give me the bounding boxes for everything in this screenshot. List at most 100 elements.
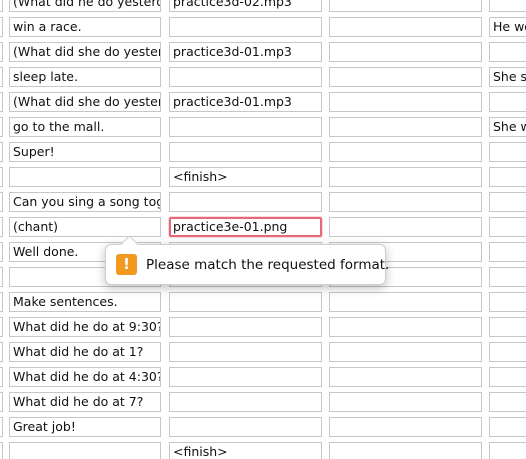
row-edge-cell[interactable] <box>0 317 3 337</box>
text-field[interactable]: Can you sing a song tog <box>9 192 161 212</box>
text-field[interactable]: win a race. <box>9 17 161 37</box>
file-field[interactable]: practice3d-01.mp3 <box>169 42 322 62</box>
answer-field[interactable] <box>489 42 526 62</box>
answer-field[interactable] <box>489 317 526 337</box>
row-edge-cell[interactable] <box>0 67 3 87</box>
extra-field[interactable] <box>329 442 482 459</box>
row-edge-cell[interactable] <box>0 242 3 262</box>
answer-field[interactable] <box>489 367 526 387</box>
answer-field[interactable] <box>489 167 526 187</box>
table-row: (What did he do yesterd practice3d-02.mp3 <box>0 0 526 15</box>
extra-field[interactable] <box>329 67 482 87</box>
answer-field[interactable]: He wo <box>489 17 526 37</box>
file-field[interactable] <box>169 367 322 387</box>
text-field[interactable] <box>9 442 161 459</box>
extra-field[interactable] <box>329 417 482 437</box>
row-edge-cell[interactable] <box>0 42 3 62</box>
answer-field[interactable] <box>489 217 526 237</box>
table-row: What did he do at 9:30? <box>0 315 526 340</box>
answer-field[interactable] <box>489 92 526 112</box>
table-row: win a race. He wo <box>0 15 526 40</box>
validation-message: Please match the requested format. <box>146 256 390 273</box>
extra-field[interactable] <box>329 317 482 337</box>
answer-field[interactable]: She s <box>489 67 526 87</box>
row-edge-cell[interactable] <box>0 442 3 459</box>
extra-field[interactable] <box>329 192 482 212</box>
extra-field[interactable] <box>329 42 482 62</box>
row-edge-cell[interactable] <box>0 217 3 237</box>
row-edge-cell[interactable] <box>0 392 3 412</box>
answer-field[interactable]: She w <box>489 117 526 137</box>
file-field[interactable] <box>169 192 322 212</box>
row-edge-cell[interactable] <box>0 417 3 437</box>
text-field[interactable]: sleep late. <box>9 67 161 87</box>
extra-field[interactable] <box>329 0 482 12</box>
answer-field[interactable] <box>489 442 526 459</box>
text-field[interactable]: What did he do at 1? <box>9 342 161 362</box>
row-edge-cell[interactable] <box>0 117 3 137</box>
text-field[interactable]: Super! <box>9 142 161 162</box>
row-edge-cell[interactable] <box>0 167 3 187</box>
text-field[interactable]: (chant) <box>9 217 161 237</box>
file-field[interactable]: <finish> <box>169 167 322 187</box>
extra-field[interactable] <box>329 367 482 387</box>
row-edge-cell[interactable] <box>0 17 3 37</box>
answer-field[interactable] <box>489 142 526 162</box>
extra-field[interactable] <box>329 342 482 362</box>
extra-field[interactable] <box>329 117 482 137</box>
table-row: go to the mall. She w <box>0 115 526 140</box>
row-edge-cell[interactable] <box>0 0 3 12</box>
answer-field[interactable] <box>489 192 526 212</box>
file-field[interactable] <box>169 417 322 437</box>
answer-field[interactable] <box>489 342 526 362</box>
extra-field[interactable] <box>329 92 482 112</box>
row-edge-cell[interactable] <box>0 292 3 312</box>
answer-field[interactable] <box>489 0 526 12</box>
file-field[interactable] <box>169 117 322 137</box>
invalid-file-field[interactable]: practice3e-01.png <box>169 217 322 237</box>
table-row: sleep late. She s <box>0 65 526 90</box>
answer-field[interactable] <box>489 392 526 412</box>
text-field[interactable]: Make sentences. <box>9 292 161 312</box>
answer-field[interactable] <box>489 267 526 287</box>
row-edge-cell[interactable] <box>0 142 3 162</box>
file-field[interactable]: practice3d-01.mp3 <box>169 92 322 112</box>
text-field[interactable]: (What did he do yesterd <box>9 0 161 12</box>
file-field[interactable] <box>169 67 322 87</box>
file-field[interactable] <box>169 142 322 162</box>
row-edge-cell[interactable] <box>0 267 3 287</box>
text-field[interactable]: What did he do at 4:30? <box>9 367 161 387</box>
extra-field[interactable] <box>329 142 482 162</box>
answer-field[interactable] <box>489 417 526 437</box>
row-edge-cell[interactable] <box>0 367 3 387</box>
answer-field[interactable] <box>489 292 526 312</box>
text-field[interactable]: What did he do at 9:30? <box>9 317 161 337</box>
extra-field[interactable] <box>329 292 482 312</box>
extra-field[interactable] <box>329 17 482 37</box>
row-edge-cell[interactable] <box>0 192 3 212</box>
text-field[interactable]: go to the mall. <box>9 117 161 137</box>
spreadsheet-grid: (What did he do yesterd practice3d-02.mp3… <box>0 0 526 459</box>
row-edge-cell[interactable] <box>0 92 3 112</box>
extra-field[interactable] <box>329 392 482 412</box>
table-row: (What did she do yester practice3d-01.mp3 <box>0 90 526 115</box>
text-field[interactable] <box>9 167 161 187</box>
file-field[interactable] <box>169 392 322 412</box>
text-field[interactable]: (What did she do yester <box>9 42 161 62</box>
text-field[interactable]: (What did she do yester <box>9 92 161 112</box>
file-field[interactable] <box>169 317 322 337</box>
file-field[interactable] <box>169 342 322 362</box>
row-edge-cell[interactable] <box>0 342 3 362</box>
file-field[interactable] <box>169 292 322 312</box>
extra-field[interactable] <box>329 167 482 187</box>
text-field[interactable]: Great job! <box>9 417 161 437</box>
file-field[interactable] <box>169 17 322 37</box>
file-field[interactable]: practice3d-02.mp3 <box>169 0 322 12</box>
table-row: Great job! <box>0 415 526 440</box>
text-field[interactable]: What did he do at 7? <box>9 392 161 412</box>
answer-field[interactable] <box>489 242 526 262</box>
extra-field[interactable] <box>329 217 482 237</box>
warning-icon: ! <box>116 254 137 275</box>
file-field[interactable]: <finish> <box>169 442 322 459</box>
table-row: Super! <box>0 140 526 165</box>
